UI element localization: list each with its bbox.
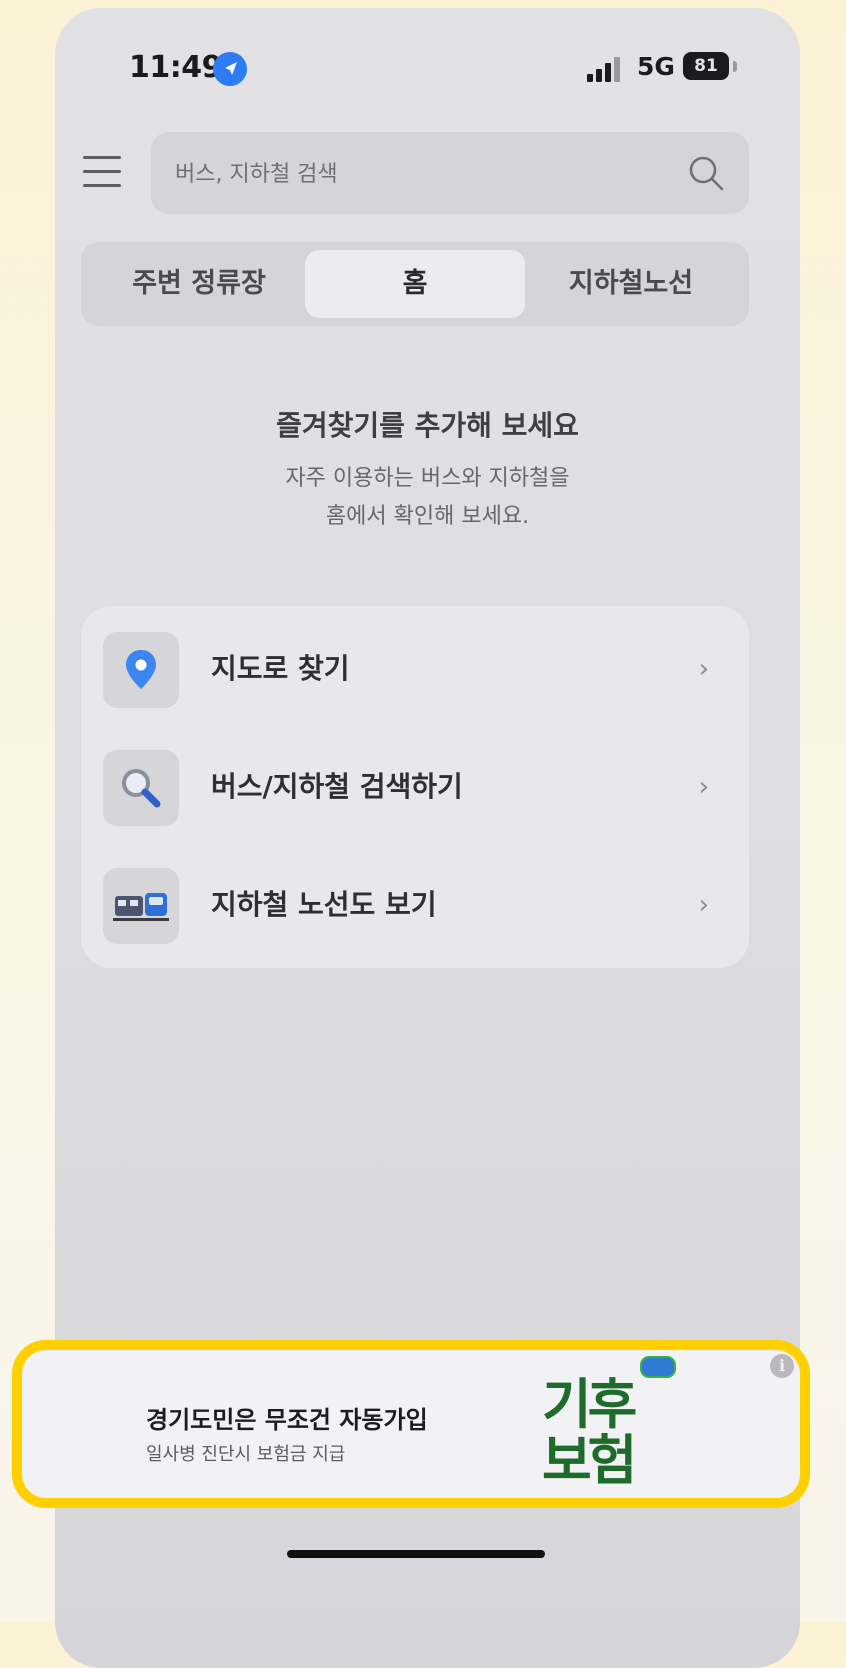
search-bar[interactable]: [151, 132, 749, 216]
logo-line2: 보험: [542, 1429, 637, 1492]
network-type: 5G: [637, 52, 675, 81]
empty-state-line2: 홈에서 확인해 보세요.: [325, 504, 530, 529]
search-input[interactable]: [173, 132, 677, 216]
location-arrow-icon: [213, 52, 247, 86]
segmented-tabs: 주변 정류장 홈 지하철노선: [81, 242, 749, 326]
search-bus-subway-item[interactable]: 버스/지하철 검색하기 ›: [81, 728, 749, 846]
ad-subtitle: 일사병 진단시 보험금 지급: [146, 1444, 346, 1465]
chevron-right-icon: ›: [698, 772, 709, 802]
tab-nearby-stops[interactable]: 주변 정류장: [89, 250, 309, 318]
search-icon[interactable]: [687, 154, 725, 192]
ad-title: 경기도민은 무조건 자동가입: [146, 1406, 428, 1434]
chevron-right-icon: ›: [698, 654, 709, 684]
logo-line1: 기후: [542, 1373, 637, 1436]
chevron-right-icon: ›: [698, 890, 709, 920]
cellular-signal-icon: [587, 56, 623, 82]
home-indicator[interactable]: [287, 1550, 545, 1558]
logo-badge-icon: [640, 1356, 676, 1378]
location-pin-icon: [103, 632, 179, 708]
empty-state-description: 자주 이용하는 버스와 지하철을 홈에서 확인해 보세요.: [55, 460, 800, 536]
subway-train-icon: [103, 868, 179, 944]
tab-subway-lines[interactable]: 지하철노선: [521, 250, 741, 318]
battery-tip: [733, 61, 737, 72]
quick-actions-card: 지도로 찾기 › 버스/지하철 검색하기 › 지하철 노선도 보기 ›: [81, 606, 749, 968]
battery-icon: 81: [683, 52, 729, 80]
hamburger-menu-icon[interactable]: [83, 156, 121, 190]
find-on-map-item[interactable]: 지도로 찾기 ›: [81, 610, 749, 728]
status-time: 11:49: [129, 50, 223, 85]
empty-state-title: 즐겨찾기를 추가해 보세요: [276, 409, 579, 442]
subway-map-label: 지하철 노선도 보기: [211, 888, 437, 921]
tab-home[interactable]: 홈: [305, 250, 525, 318]
climate-insurance-logo: 기후 보험: [536, 1352, 676, 1498]
find-on-map-label: 지도로 찾기: [211, 652, 350, 685]
ad-banner[interactable]: 경기도민은 무조건 자동가입 일사병 진단시 보험금 지급 기후 보험 i: [12, 1340, 810, 1508]
magnifier-icon: [103, 750, 179, 826]
search-bus-subway-label: 버스/지하철 검색하기: [211, 770, 463, 803]
status-bar: 11:49 5G 81: [55, 8, 800, 118]
empty-state-line1: 자주 이용하는 버스와 지하철을: [285, 466, 570, 491]
subway-map-item[interactable]: 지하철 노선도 보기 ›: [81, 846, 749, 964]
ad-info-icon[interactable]: i: [770, 1354, 794, 1378]
